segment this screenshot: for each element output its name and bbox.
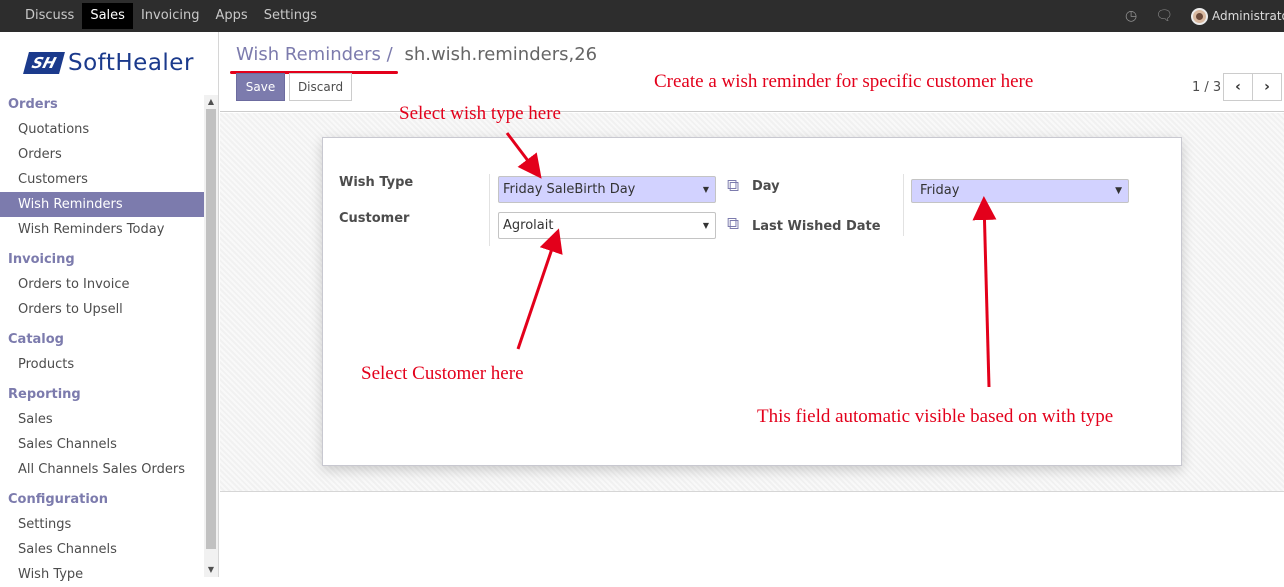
sidebar-item-wish-type[interactable]: Wish Type	[0, 562, 204, 587]
chevron-down-icon: ▼	[1115, 186, 1122, 196]
sidebar-item-wish-reminders[interactable]: Wish Reminders	[0, 192, 204, 217]
external-link-icon[interactable]: ⧉	[727, 214, 739, 234]
pager-previous-button[interactable]: ‹	[1223, 73, 1253, 101]
day-value: Friday	[920, 183, 960, 198]
annotation-customer: Select Customer here	[361, 363, 524, 384]
chevron-down-icon: ▼	[702, 185, 709, 194]
annotation-wish-type: Select wish type here	[399, 103, 561, 124]
logo-mark: SH	[23, 52, 65, 74]
chevron-down-icon: ▼	[702, 221, 709, 230]
app-menu: Discuss Sales Invoicing Apps Settings	[0, 0, 325, 32]
scrollbar-thumb[interactable]	[206, 109, 216, 549]
sidebar-item-sales-channels[interactable]: Sales Channels	[0, 432, 204, 457]
breadcrumb-wish-reminders[interactable]: Wish Reminders	[236, 44, 381, 65]
sidebar-item-sales[interactable]: Sales	[0, 407, 204, 432]
wish-type-label: Wish Type	[339, 175, 414, 190]
company-logo: SH SoftHealer	[23, 49, 194, 77]
wish-type-select[interactable]: Friday SaleBirth Day ▼	[498, 176, 716, 203]
day-select[interactable]: Friday ▼	[911, 179, 1129, 203]
sidebar-scrollbar[interactable]: ▲ ▼	[204, 95, 218, 577]
sidebar-section-configuration[interactable]: Configuration	[0, 487, 204, 512]
chevron-right-icon: ›	[1264, 79, 1270, 95]
sidebar-item-quotations[interactable]: Quotations	[0, 117, 204, 142]
sidebar-item-settings[interactable]: Settings	[0, 512, 204, 537]
customer-select[interactable]: Agrolait ▼	[498, 212, 716, 239]
sidebar-section-invoicing[interactable]: Invoicing	[0, 247, 204, 272]
sidebar-item-orders-to-upsell[interactable]: Orders to Upsell	[0, 297, 204, 322]
scroll-up-icon[interactable]: ▲	[204, 95, 218, 109]
breadcrumb: Wish Reminders / sh.wish.reminders,26	[236, 44, 597, 65]
top-navbar: Discuss Sales Invoicing Apps Settings ◷ …	[0, 0, 1284, 32]
sidebar-item-products[interactable]: Products	[0, 352, 204, 377]
external-link-icon[interactable]: ⧉	[727, 176, 739, 196]
pager-value: 1 / 3	[1192, 80, 1222, 95]
sidebar-menu: Orders Quotations Orders Customers Wish …	[0, 92, 204, 587]
sidebar-item-wish-reminders-today[interactable]: Wish Reminders Today	[0, 217, 204, 242]
customer-value: Agrolait	[503, 218, 554, 233]
pager-next-button[interactable]: ›	[1252, 73, 1282, 101]
systray: ◷ 🗨 Administrator	[1125, 0, 1284, 32]
chevron-left-icon: ‹	[1235, 79, 1241, 95]
field-divider	[903, 174, 904, 236]
customer-label: Customer	[339, 211, 410, 226]
save-button[interactable]: Save	[236, 73, 285, 101]
field-divider	[489, 174, 490, 246]
sidebar-section-catalog[interactable]: Catalog	[0, 327, 204, 352]
breadcrumb-separator: /	[386, 44, 393, 65]
annotation-day: This field automatic visible based on wi…	[757, 406, 1114, 427]
day-label: Day	[752, 179, 780, 194]
wish-type-value: Friday SaleBirth Day	[503, 182, 636, 197]
sidebar-item-config-sales-channels[interactable]: Sales Channels	[0, 537, 204, 562]
divider	[220, 491, 1284, 492]
menu-apps[interactable]: Apps	[208, 0, 256, 32]
user-menu[interactable]: Administrator	[1212, 9, 1284, 23]
discard-button[interactable]: Discard	[289, 73, 352, 101]
menu-invoicing[interactable]: Invoicing	[133, 0, 208, 32]
breadcrumb-current: sh.wish.reminders,26	[404, 44, 598, 65]
last-wished-date-label: Last Wished Date	[752, 219, 881, 234]
avatar[interactable]	[1191, 7, 1208, 25]
sidebar-item-all-channels-sales-orders[interactable]: All Channels Sales Orders	[0, 457, 204, 482]
clock-icon[interactable]: ◷	[1125, 8, 1137, 24]
logo-text: SoftHealer	[68, 50, 194, 76]
menu-discuss[interactable]: Discuss	[17, 0, 82, 32]
sidebar: SH SoftHealer Orders Quotations Orders C…	[0, 32, 219, 582]
chat-icon[interactable]: 🗨	[1155, 8, 1173, 24]
sidebar-item-orders[interactable]: Orders	[0, 142, 204, 167]
menu-sales[interactable]: Sales	[82, 3, 133, 29]
sidebar-item-customers[interactable]: Customers	[0, 167, 204, 192]
annotation-top: Create a wish reminder for specific cust…	[654, 71, 1034, 92]
scroll-down-icon[interactable]: ▼	[204, 563, 218, 577]
menu-settings[interactable]: Settings	[256, 0, 325, 32]
sidebar-item-orders-to-invoice[interactable]: Orders to Invoice	[0, 272, 204, 297]
main-content: Wish Reminders / sh.wish.reminders,26 Sa…	[220, 32, 1284, 577]
sidebar-section-reporting[interactable]: Reporting	[0, 382, 204, 407]
sidebar-section-orders[interactable]: Orders	[0, 92, 204, 117]
